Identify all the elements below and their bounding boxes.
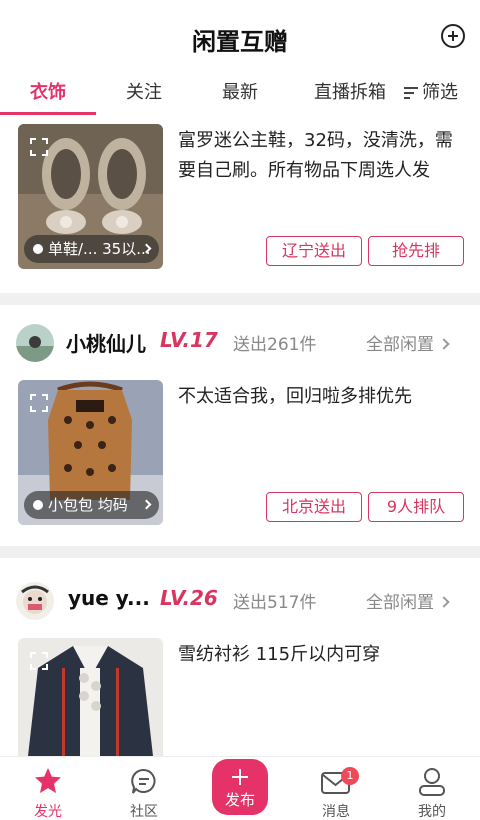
- sent-count: 送出517件: [233, 593, 317, 613]
- all-items-label: 全部闲置: [366, 335, 434, 355]
- nav-label: 消息: [322, 804, 350, 820]
- nav-messages[interactable]: 消息: [288, 757, 384, 820]
- tab-latest[interactable]: 最新: [192, 78, 288, 108]
- dot-icon: [33, 500, 43, 510]
- item-thumbnail[interactable]: 小包包 均码: [18, 380, 163, 525]
- avatar[interactable]: [16, 582, 54, 620]
- section-divider: [0, 293, 480, 305]
- section-divider: [0, 546, 480, 558]
- avatar[interactable]: [16, 324, 54, 362]
- app-root: 闲置互赠 衣饰 关注 最新 直播拆箱 筛选 单鞋/... 35以... 富罗迷公…: [0, 0, 480, 820]
- user-row[interactable]: yue y... LV.26 送出517件 全部闲置: [0, 576, 480, 636]
- expand-icon: [30, 652, 48, 670]
- all-items-label: 全部闲置: [366, 593, 434, 613]
- header: 闲置互赠: [0, 0, 480, 72]
- user-row[interactable]: 小桃仙儿 LV.17 送出261件 全部闲置: [0, 318, 480, 378]
- item-tag-pill[interactable]: 小包包 均码: [24, 491, 159, 519]
- bottom-nav: 发光 社区 发布 消息 1 我的: [0, 756, 480, 820]
- chevron-right-icon: [141, 499, 152, 510]
- tab-live-unboxing[interactable]: 直播拆箱: [290, 78, 410, 108]
- sent-count: 送出261件: [233, 335, 317, 355]
- username[interactable]: 小桃仙儿: [66, 328, 146, 357]
- nav-glow[interactable]: 发光: [0, 757, 96, 820]
- publish-button[interactable]: 发布: [212, 759, 268, 815]
- nav-community[interactable]: 社区: [96, 757, 192, 820]
- item-tag-pill[interactable]: 单鞋/... 35以...: [24, 235, 159, 263]
- tab-clothing[interactable]: 衣饰: [0, 78, 96, 108]
- active-tab-indicator: [0, 112, 96, 115]
- item-description: 雪纺衬衫 115斤以内可穿: [178, 644, 381, 665]
- queue-button[interactable]: 抢先排: [368, 236, 464, 266]
- publish-label: 发布: [224, 791, 255, 809]
- person-icon: [419, 768, 445, 796]
- feed-card[interactable]: 小桃仙儿 LV.17 送出261件 全部闲置 小包包 均码 不太适合我，回归啦多…: [0, 318, 480, 548]
- nav-label: 发光: [34, 804, 62, 820]
- nav-profile[interactable]: 我的: [384, 757, 480, 820]
- item-thumbnail[interactable]: [18, 638, 163, 756]
- feed-card[interactable]: yue y... LV.26 送出517件 全部闲置 雪纺衬衫 115斤以内可穿: [0, 576, 480, 756]
- feed-card[interactable]: 单鞋/... 35以... 富罗迷公主鞋，32码，没清洗，需要自己刷。所有物品下…: [0, 118, 480, 296]
- star-icon: [35, 768, 61, 793]
- dot-icon: [33, 244, 43, 254]
- username[interactable]: yue y...: [68, 586, 150, 610]
- tab-following[interactable]: 关注: [96, 78, 192, 108]
- nav-label: 社区: [130, 804, 158, 820]
- level-badge: LV.26: [160, 586, 218, 610]
- chevron-right-icon: [438, 338, 450, 350]
- feed-list: 单鞋/... 35以... 富罗迷公主鞋，32码，没清洗，需要自己刷。所有物品下…: [0, 118, 480, 756]
- unread-badge: 1: [341, 767, 359, 785]
- queue-button[interactable]: 9人排队: [368, 492, 464, 522]
- chat-icon: [131, 768, 156, 794]
- item-description: 富罗迷公主鞋，32码，没清洗，需要自己刷。所有物品下周选人发: [178, 130, 453, 181]
- item-description: 不太适合我，回归啦多排优先: [178, 386, 412, 407]
- filter-icon: [404, 87, 418, 99]
- all-items-link[interactable]: 全部闲置: [366, 588, 450, 613]
- page-title: 闲置互赠: [192, 28, 288, 56]
- expand-icon: [30, 138, 48, 156]
- location-chip[interactable]: 北京送出: [266, 492, 362, 522]
- item-tag-text: 小包包 均码: [48, 496, 128, 514]
- item-tag-text: 单鞋/... 35以...: [48, 240, 151, 258]
- filter-label: 筛选: [422, 82, 458, 103]
- tab-filter[interactable]: 筛选: [404, 78, 458, 108]
- location-chip[interactable]: 辽宁送出: [266, 236, 362, 266]
- category-tabs: 衣饰 关注 最新 直播拆箱 筛选: [0, 72, 480, 118]
- all-items-link[interactable]: 全部闲置: [366, 330, 450, 355]
- add-circle-icon[interactable]: [441, 24, 465, 48]
- level-badge: LV.17: [160, 328, 218, 352]
- expand-icon: [30, 394, 48, 412]
- item-thumbnail[interactable]: 单鞋/... 35以...: [18, 124, 163, 269]
- chevron-right-icon: [438, 596, 450, 608]
- nav-label: 我的: [418, 804, 446, 820]
